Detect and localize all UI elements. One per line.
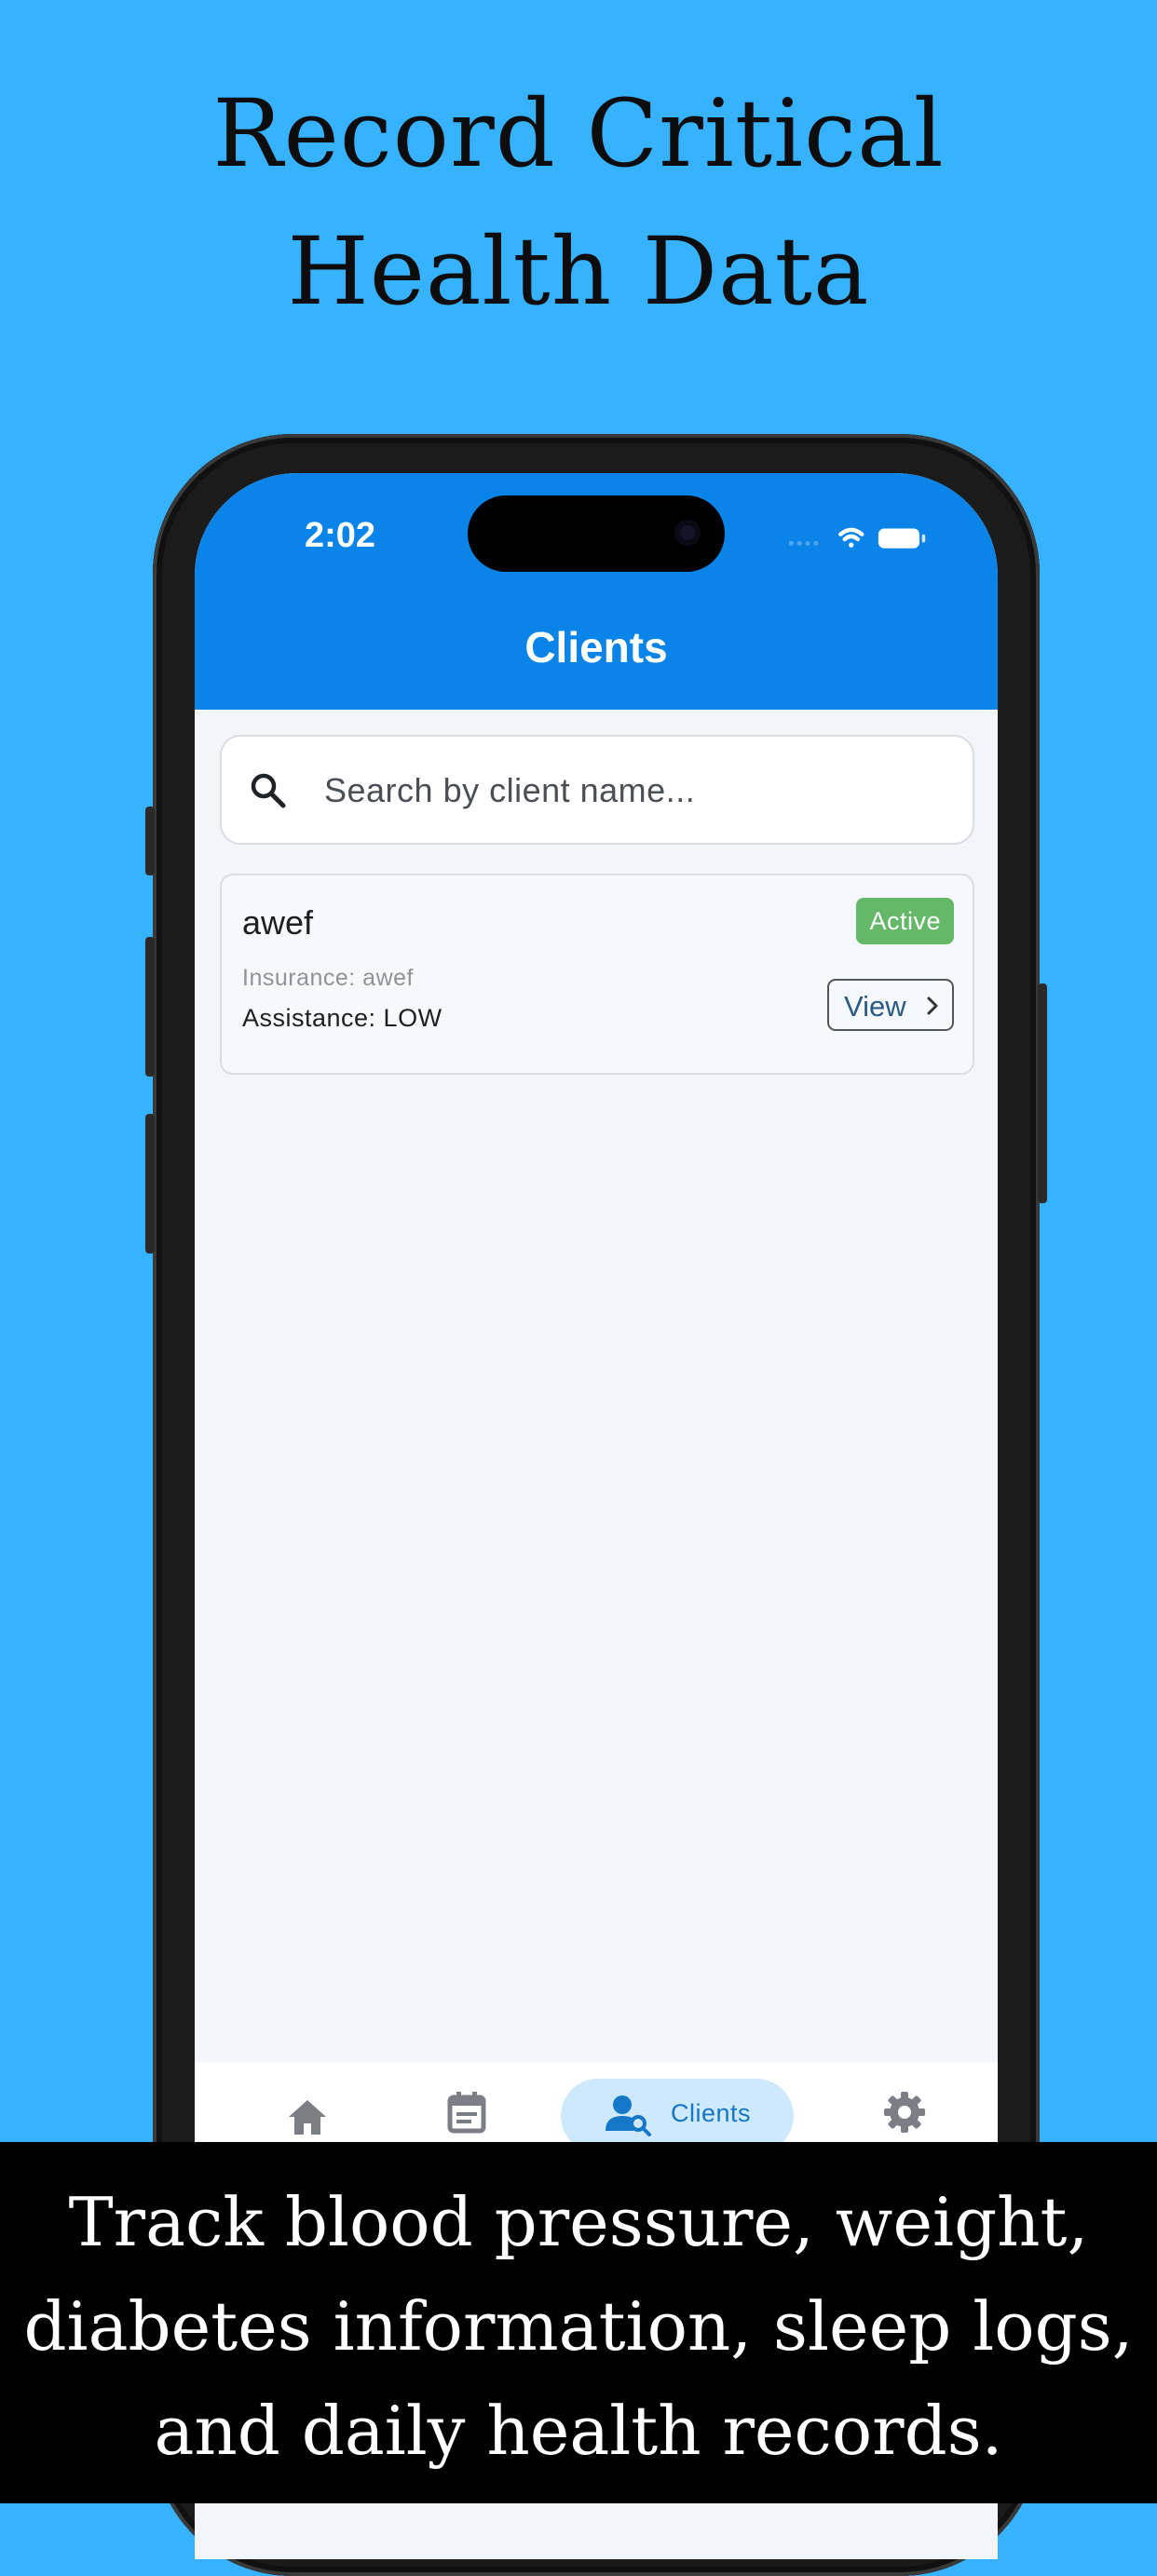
home-icon	[289, 2100, 326, 2135]
client-name: awef	[242, 903, 314, 942]
status-badge: Active	[856, 898, 954, 944]
chevron-right-icon	[927, 997, 938, 1015]
app-bar: 2:02 Clients	[195, 473, 998, 710]
view-client-button[interactable]: View	[827, 979, 954, 1031]
search-input[interactable]: Search by client name...	[220, 735, 974, 845]
client-search-icon	[606, 2095, 651, 2136]
gear-icon	[884, 2092, 925, 2133]
calendar-icon	[447, 2092, 486, 2134]
status-time: 2:02	[305, 516, 376, 555]
nav-clients-label: Clients	[671, 2099, 752, 2127]
signal-icon	[788, 540, 819, 547]
client-assistance: Assistance: LOW	[242, 1004, 442, 1032]
nav-calendar[interactable]	[415, 2062, 517, 2155]
status-icons	[788, 527, 926, 549]
phone-power-button	[1038, 983, 1047, 1203]
phone-action-button	[145, 807, 155, 875]
page-title: Clients	[524, 623, 668, 671]
search-placeholder: Search by client name...	[324, 771, 696, 809]
battery-icon	[878, 528, 926, 549]
client-insurance: Insurance: awef	[242, 965, 414, 991]
headline-line-1: Record Critical	[212, 79, 945, 188]
search-icon	[251, 773, 286, 808]
wifi-icon	[838, 527, 864, 548]
camera-icon	[674, 520, 701, 546]
view-button-label: View	[844, 990, 906, 1023]
headline-line-2: Health Data	[287, 217, 870, 326]
nav-home[interactable]	[256, 2062, 359, 2155]
nav-settings[interactable]	[852, 2062, 955, 2155]
footer-line-2: diabetes information, sleep logs,	[23, 2287, 1134, 2366]
footer-line-3: and daily health records.	[154, 2392, 1003, 2470]
phone-volume-down-button	[145, 1114, 155, 1254]
bottom-nav: Clients	[195, 2062, 998, 2155]
footer-line-1: Track blood pressure, weight,	[68, 2183, 1089, 2261]
headline: Record Critical Health Data	[0, 65, 1157, 341]
phone-volume-up-button	[145, 937, 155, 1077]
dynamic-island	[468, 495, 725, 572]
client-card[interactable]: awef Active Insurance: awef Assistance: …	[220, 874, 974, 1075]
footer-caption: Track blood pressure, weight, diabetes i…	[0, 2142, 1157, 2503]
